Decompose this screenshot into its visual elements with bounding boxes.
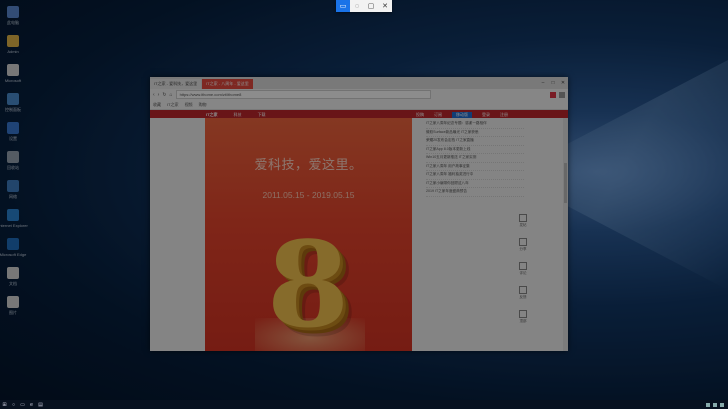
volume-tray-icon[interactable]: [713, 402, 717, 407]
start-icon[interactable]: ⊞: [0, 400, 9, 409]
snip-overlay[interactable]: [0, 0, 728, 409]
explorer-taskbar-icon[interactable]: ▤: [36, 400, 45, 409]
window-snip-icon[interactable]: ▢: [364, 0, 378, 12]
snip-toolbar: ▭ ◌ ▢ ✕: [336, 0, 392, 12]
task-view-icon[interactable]: ▭: [18, 400, 27, 409]
system-tray: [706, 402, 728, 407]
close-icon[interactable]: ✕: [378, 0, 392, 12]
taskbar: ⊞ ○ ▭ e ▤: [0, 400, 728, 409]
notification-icon[interactable]: [720, 402, 724, 407]
browser-taskbar-icon[interactable]: e: [27, 400, 36, 409]
rectangle-snip-icon[interactable]: ▭: [336, 0, 350, 12]
search-icon[interactable]: ○: [9, 400, 18, 409]
network-tray-icon[interactable]: [706, 402, 710, 407]
freeform-snip-icon[interactable]: ◌: [350, 0, 364, 12]
